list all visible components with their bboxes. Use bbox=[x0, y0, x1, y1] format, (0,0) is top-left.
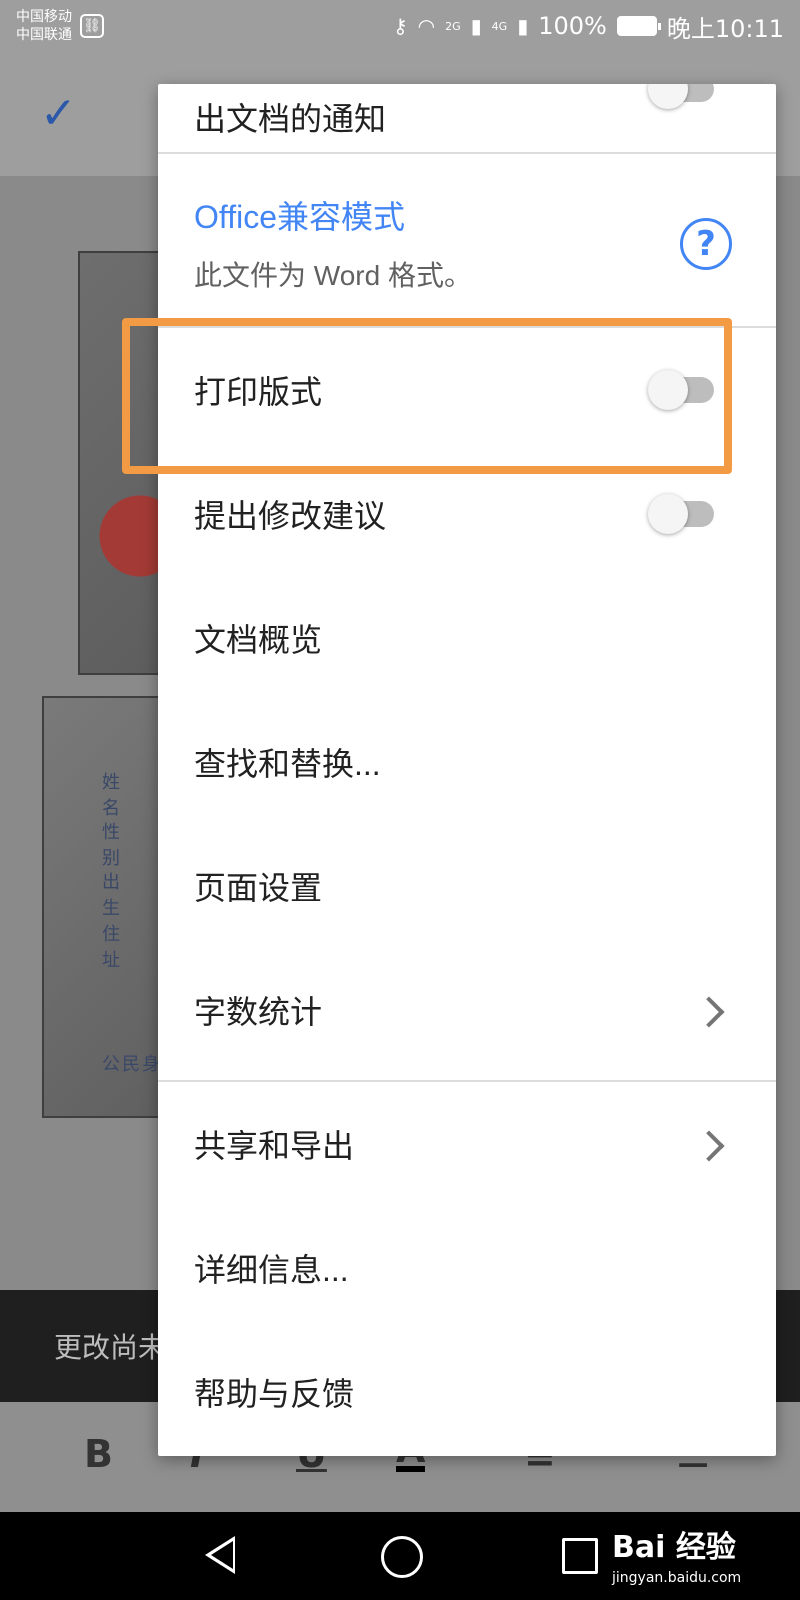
menu-item-label: 详细信息... bbox=[194, 1252, 349, 1288]
carrier-names: 中国移动 中国联通 bbox=[16, 8, 72, 44]
link-icon: ⛓ bbox=[80, 14, 104, 38]
watermark-logo: Bai 经验 bbox=[612, 1530, 736, 1565]
check-icon[interactable]: ✓ bbox=[40, 92, 84, 136]
signal-2g-label: 2G bbox=[445, 19, 461, 33]
help-icon[interactable]: ? bbox=[680, 218, 732, 270]
office-mode-subtitle: 此文件为 Word 格式。 bbox=[194, 260, 472, 291]
clock: 晚上10:11 bbox=[666, 14, 784, 43]
carrier-1: 中国移动 bbox=[16, 9, 72, 25]
navigation-bar: Bai 经验 jingyan.baidu.com bbox=[0, 1512, 800, 1600]
chevron-right-icon bbox=[693, 996, 725, 1028]
menu-item-label: 文档概览 bbox=[194, 622, 323, 658]
bold-icon[interactable]: B bbox=[84, 1432, 113, 1476]
carrier-2: 中国联通 bbox=[16, 27, 72, 43]
menu-item-document-outline[interactable]: 文档概览 bbox=[158, 576, 776, 700]
signal-4g-label: 4G bbox=[491, 19, 508, 33]
wifi-icon: ◠ bbox=[417, 14, 436, 38]
overflow-menu: 出文档的通知 Office兼容模式 此文件为 Word 格式。 ? 打印版式 提… bbox=[158, 84, 776, 1456]
suggest-edits-toggle[interactable] bbox=[648, 494, 714, 534]
id-field-citizen: 公民身 bbox=[102, 1054, 162, 1075]
chevron-right-icon bbox=[693, 1130, 725, 1162]
toggle-knob bbox=[648, 84, 688, 109]
office-mode-title[interactable]: Office兼容模式 bbox=[194, 192, 405, 238]
status-bar: 中国移动 中国联通 ⛓ ⚷ ◠ 2G ▮ 4G ▮ 100% 晚上10:11 bbox=[0, 0, 800, 52]
menu-item-label: 帮助与反馈 bbox=[194, 1376, 355, 1412]
status-icons: ⚷ ◠ 2G ▮ 4G ▮ 100% 晚上10:11 bbox=[393, 9, 784, 44]
signal-icon: ▮ bbox=[470, 14, 482, 38]
menu-item-details[interactable]: 详细信息... bbox=[158, 1206, 776, 1330]
battery-icon bbox=[616, 16, 661, 36]
menu-item-share-export[interactable]: 共享和导出 bbox=[158, 1082, 776, 1206]
battery-percent: 100% bbox=[538, 12, 607, 40]
highlight-box bbox=[122, 318, 732, 474]
recents-icon[interactable] bbox=[562, 1538, 598, 1574]
menu-item-word-count[interactable]: 字数统计 bbox=[158, 948, 776, 1072]
snackbar-text: 更改尚未 bbox=[54, 1331, 167, 1364]
menu-item-label: 字数统计 bbox=[194, 994, 323, 1030]
menu-item-notify[interactable]: 出文档的通知 bbox=[158, 84, 776, 150]
menu-item-help-feedback[interactable]: 帮助与反馈 bbox=[158, 1330, 776, 1454]
notify-toggle[interactable] bbox=[648, 84, 714, 109]
menu-item-label: 提出修改建议 bbox=[194, 498, 387, 534]
menu-item-label: 查找和替换... bbox=[194, 746, 381, 782]
toggle-knob bbox=[648, 494, 688, 534]
menu-item-find-replace[interactable]: 查找和替换... bbox=[158, 700, 776, 824]
seal-image bbox=[84, 476, 164, 596]
signal-icon-2: ▮ bbox=[517, 14, 529, 38]
menu-item-label: 页面设置 bbox=[194, 870, 323, 906]
watermark-url: jingyan.baidu.com bbox=[612, 1570, 742, 1586]
menu-item-label: 共享和导出 bbox=[194, 1128, 355, 1164]
menu-item-notify-label: 出文档的通知 bbox=[194, 101, 387, 137]
key-icon: ⚷ bbox=[393, 14, 408, 38]
menu-divider bbox=[158, 152, 776, 154]
back-icon[interactable] bbox=[205, 1536, 235, 1574]
menu-item-page-setup[interactable]: 页面设置 bbox=[158, 824, 776, 948]
home-icon[interactable] bbox=[381, 1536, 423, 1578]
